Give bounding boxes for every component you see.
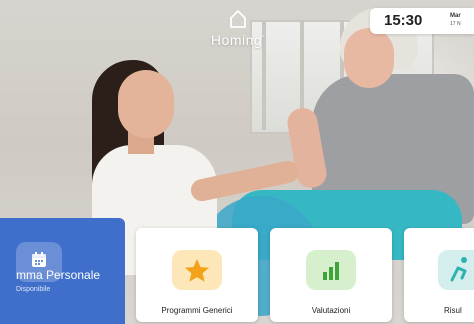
clock-date: 17 N [450,21,461,27]
brand-name: Homing [210,32,263,48]
tile-evaluations-label: Valutazioni [311,306,351,315]
bar-chart-icon [323,262,339,280]
tile-personal-program[interactable]: mma Personale Disponibile [0,218,125,324]
tile-generic-label: Programmi Generici [161,306,233,315]
clock-day: Mar [450,13,461,19]
calendar-icon [32,252,46,267]
tile-personal-title: mma Personale [16,268,101,282]
brand-trademark: ° [262,35,266,42]
house-outline-icon [230,10,246,28]
tile-results-label: Risul [444,306,462,315]
running-person-icon [450,257,467,282]
clock-time: 15:30 [384,12,423,29]
app-logo: Homing° [206,8,270,48]
tile-evaluations[interactable]: Valutazioni [270,228,392,322]
clock-widget: 15:30 Mar 17 N [370,8,474,34]
home-screen: Homing° 15:30 Mar 17 N mma Personale Dis… [0,0,474,324]
tile-personal-subtitle: Disponibile [16,286,51,293]
tile-generic-programs[interactable]: Programmi Generici [136,228,258,322]
star-icon [185,259,209,282]
tile-results[interactable]: Risul [404,228,474,322]
